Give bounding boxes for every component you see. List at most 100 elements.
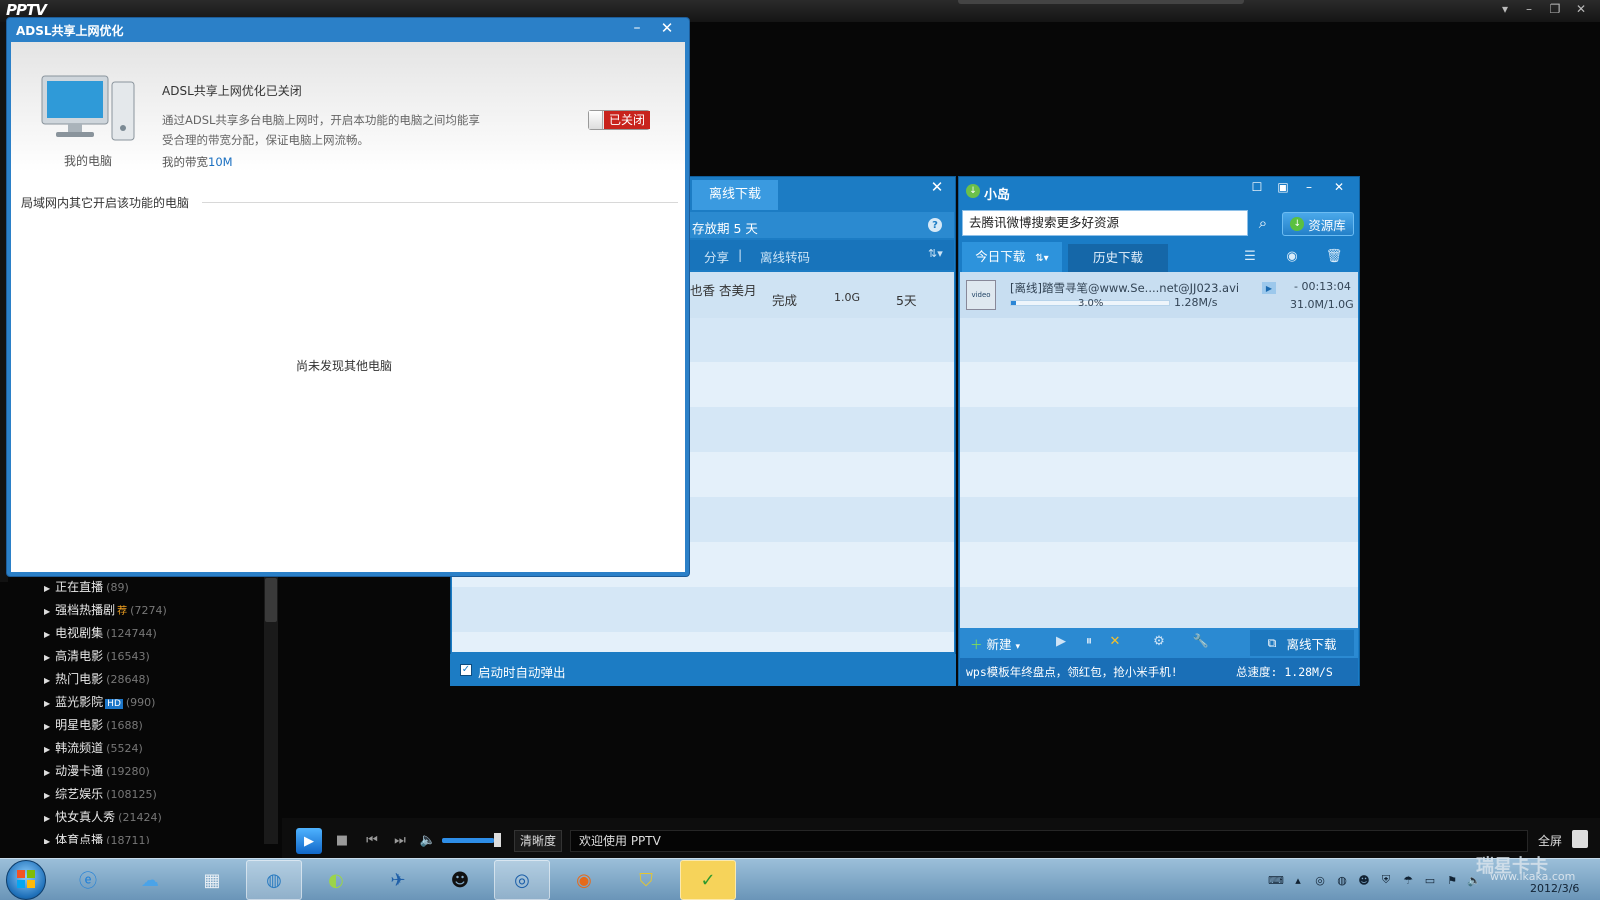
- display-tray-icon[interactable]: ▭: [1422, 872, 1438, 888]
- expand-arrow-icon[interactable]: ▶: [44, 630, 50, 639]
- list-item[interactable]: ▶ 动漫卡通 (19280): [36, 760, 264, 783]
- xiaodao-logo-icon: ↓: [966, 184, 980, 198]
- list-item[interactable]: ▶ 高清电影 (16543): [36, 645, 264, 668]
- new-task-button[interactable]: ＋ 新建 ▾: [970, 634, 1020, 653]
- help-icon[interactable]: ?: [928, 218, 942, 232]
- delete-icon[interactable]: ✕: [1106, 634, 1124, 649]
- pptv-minimize-button[interactable]: –: [1518, 2, 1540, 16]
- expand-arrow-icon[interactable]: ▶: [44, 768, 50, 777]
- bird-app-icon[interactable]: ✈: [370, 860, 426, 900]
- pptv-menu-button[interactable]: ▾: [1494, 2, 1516, 16]
- security-shield-icon[interactable]: ⛉: [618, 860, 674, 900]
- start-icon[interactable]: ▶: [1052, 634, 1070, 649]
- antivirus-tray-icon[interactable]: ⛨: [1378, 872, 1394, 888]
- tray-expand-icon[interactable]: ▴: [1290, 872, 1306, 888]
- pptv-search-box[interactable]: [958, 0, 1244, 4]
- expand-arrow-icon[interactable]: ▶: [44, 653, 50, 662]
- adsl-toggle-label[interactable]: 已关闭: [604, 111, 650, 129]
- search-input[interactable]: 去腾讯微博搜索更多好资源: [962, 210, 1248, 236]
- flag-tray-icon[interactable]: ⚑: [1444, 872, 1460, 888]
- category-count: (5524): [106, 742, 143, 755]
- adsl-toggle-knob[interactable]: [589, 111, 603, 129]
- skin-icon[interactable]: ▣: [1274, 180, 1292, 194]
- quality-button[interactable]: 清晰度: [514, 830, 562, 852]
- network-monitor-icon[interactable]: ◍: [246, 860, 302, 900]
- list-view-icon[interactable]: ☰: [1240, 246, 1260, 266]
- firefox-icon[interactable]: ◉: [556, 860, 612, 900]
- bandwidth-value: 10M: [208, 155, 233, 169]
- list-item[interactable]: ▶ 热门电影 (28648): [36, 668, 264, 691]
- list-item[interactable]: ▶ 电视剧集 (124744): [36, 622, 264, 645]
- list-item[interactable]: ▶ 蓝光影院 HD (990): [36, 691, 264, 714]
- color-wheel-icon[interactable]: ◉: [1282, 246, 1302, 266]
- expand-arrow-icon[interactable]: ▶: [44, 791, 50, 800]
- pptv-tray-icon[interactable]: ◎: [1312, 872, 1328, 888]
- tab-today-download[interactable]: 今日下载 ⇅▾: [962, 242, 1062, 272]
- checkmark-app-icon[interactable]: ✓: [680, 860, 736, 900]
- list-item[interactable]: ▶ 正在直播 (89): [36, 576, 264, 599]
- network-tray-icon[interactable]: ◍: [1334, 872, 1350, 888]
- qq-icon[interactable]: ☻: [432, 860, 488, 900]
- list-item[interactable]: ▶ 明星电影 (1688): [36, 714, 264, 737]
- adsl-description-line1: 通过ADSL共享多台电脑上网时，开启本功能的电脑之间均能享: [162, 113, 480, 127]
- xiaodao-minimize-button[interactable]: –: [1300, 180, 1318, 194]
- wrench-icon[interactable]: 🔧: [1192, 634, 1210, 649]
- list-item[interactable]: ▶ 体育点播 (18711): [36, 829, 264, 844]
- play-preview-icon[interactable]: ▶: [1262, 282, 1276, 294]
- expand-arrow-icon[interactable]: ▶: [44, 814, 50, 823]
- fullscreen-icon[interactable]: [1572, 830, 1588, 848]
- resource-library-button[interactable]: ↓ 资源库: [1282, 212, 1354, 236]
- expand-arrow-icon[interactable]: ▶: [44, 584, 50, 593]
- adsl-close-button[interactable]: ✕: [658, 19, 676, 37]
- expand-arrow-icon[interactable]: ▶: [44, 607, 50, 616]
- offline-download-button[interactable]: ⧉ 离线下载: [1250, 630, 1354, 656]
- trash-icon[interactable]: 🗑: [1324, 246, 1344, 266]
- list-item[interactable]: ▶ 韩流频道 (5524): [36, 737, 264, 760]
- expand-arrow-icon[interactable]: ▶: [44, 837, 50, 844]
- internet-explorer-icon[interactable]: ⓔ: [60, 860, 116, 900]
- xiaodao-close-button[interactable]: ✕: [1330, 180, 1348, 194]
- gear-icon[interactable]: ⚙: [1150, 634, 1168, 649]
- share-button[interactable]: 分享: [704, 247, 729, 266]
- previous-icon[interactable]: ⏮: [362, 830, 382, 850]
- qq-tray-icon[interactable]: ☻: [1356, 872, 1372, 888]
- search-icon[interactable]: ⌕: [1252, 212, 1274, 234]
- messenger-icon[interactable]: ☁: [122, 860, 178, 900]
- download-icon: ↓: [1290, 217, 1305, 231]
- auto-popup-checkbox[interactable]: ✓: [460, 664, 472, 676]
- tab-history-download[interactable]: 历史下载: [1068, 244, 1168, 272]
- umbrella-tray-icon[interactable]: ☂: [1400, 872, 1416, 888]
- volume-icon[interactable]: 🔈: [418, 830, 438, 850]
- chat-icon[interactable]: ☐: [1248, 180, 1266, 194]
- auto-popup-label[interactable]: 启动时自动弹出: [478, 662, 566, 681]
- next-icon[interactable]: ⏭: [390, 830, 410, 850]
- media-player-icon[interactable]: ◐: [308, 860, 364, 900]
- expand-arrow-icon[interactable]: ▶: [44, 722, 50, 731]
- pptv-taskbar-icon[interactable]: ◎: [494, 860, 550, 900]
- list-item[interactable]: ▶ 强档热播剧荐 (7274): [36, 599, 264, 622]
- volume-slider-knob[interactable]: [494, 833, 501, 847]
- category-scrollbar-thumb[interactable]: [265, 578, 277, 622]
- transcode-button[interactable]: 离线转码: [760, 247, 810, 266]
- sort-icon[interactable]: ⇅▾: [1035, 253, 1048, 264]
- pptv-restore-button[interactable]: ❐: [1544, 2, 1566, 16]
- list-item[interactable]: ▶ 快女真人秀 (21424): [36, 806, 264, 829]
- expand-arrow-icon[interactable]: ▶: [44, 745, 50, 754]
- fullscreen-label[interactable]: 全屏: [1538, 832, 1562, 849]
- ad-link[interactable]: wps模板年终盘点，领红包，抢小米手机!: [966, 664, 1178, 680]
- pause-icon[interactable]: ⏸: [1080, 634, 1098, 649]
- stop-icon[interactable]: ■: [332, 830, 352, 850]
- sort-icon[interactable]: ⇅▾: [928, 247, 943, 260]
- adsl-minimize-button[interactable]: –: [628, 20, 646, 36]
- expand-arrow-icon[interactable]: ▶: [44, 699, 50, 708]
- calculator-icon[interactable]: ▦: [184, 860, 240, 900]
- list-item[interactable]: ▶ 综艺娱乐 (108125): [36, 783, 264, 806]
- category-label: 电视剧集: [55, 626, 104, 640]
- play-button[interactable]: ▶: [296, 828, 322, 854]
- offline-download-label: 离线下载: [1286, 636, 1337, 652]
- keyboard-icon[interactable]: ⌨: [1268, 872, 1284, 888]
- pptv-close-button[interactable]: ✕: [1570, 2, 1592, 16]
- tab-offline-download[interactable]: 离线下载: [692, 180, 778, 210]
- offline-close-button[interactable]: ✕: [928, 178, 946, 196]
- expand-arrow-icon[interactable]: ▶: [44, 676, 50, 685]
